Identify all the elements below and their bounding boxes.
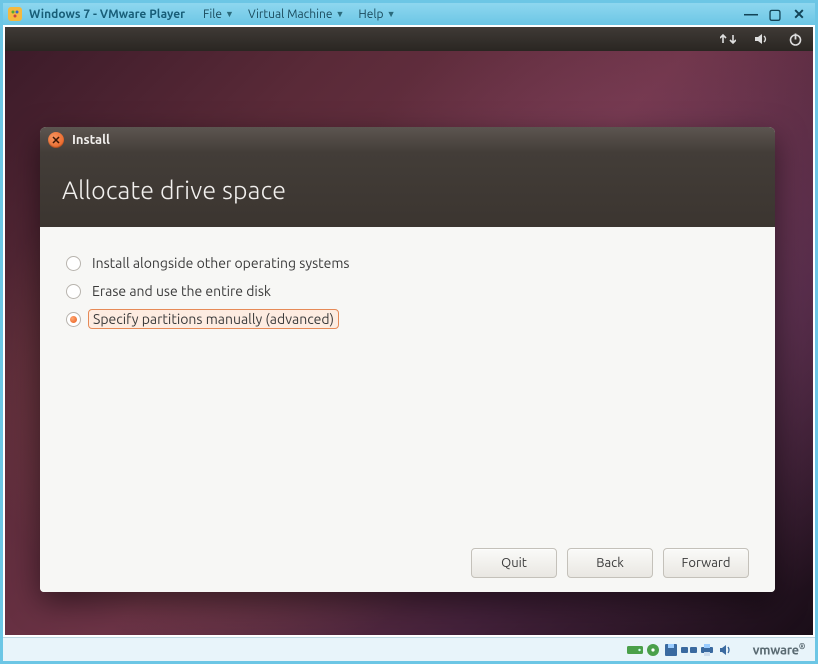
chevron-down-icon: ▼ — [336, 9, 345, 19]
radio-icon — [66, 256, 81, 271]
power-icon[interactable] — [788, 32, 803, 47]
maximize-button[interactable]: ▢ — [767, 6, 783, 23]
install-dialog: Install Allocate drive space Install alo… — [40, 127, 775, 592]
page-title: Allocate drive space — [62, 176, 286, 204]
menu-virtual-machine[interactable]: Virtual Machine▼ — [242, 6, 350, 23]
back-button[interactable]: Back — [567, 548, 653, 578]
radio-icon — [66, 284, 81, 299]
menu-file[interactable]: File▼ — [197, 6, 240, 23]
sound-icon[interactable] — [754, 32, 770, 46]
printer-icon[interactable] — [699, 643, 715, 657]
hdd-icon[interactable] — [627, 643, 643, 657]
dialog-title: Install — [72, 133, 110, 147]
network-adapter-icon[interactable] — [681, 643, 697, 657]
window-controls: — ▢ ✕ — [743, 6, 811, 23]
vmware-status-bar: vmware® — [3, 637, 815, 661]
vmware-app-icon — [7, 6, 23, 22]
vmware-title: Windows 7 - VMware Player — [29, 8, 185, 21]
minimize-button[interactable]: — — [743, 6, 759, 23]
dialog-body: Install alongside other operating system… — [40, 227, 775, 592]
radio-erase-disk[interactable]: Erase and use the entire disk — [66, 277, 749, 305]
dialog-titlebar[interactable]: Install — [40, 127, 775, 153]
chevron-down-icon: ▼ — [387, 9, 396, 19]
close-button[interactable]: ✕ — [791, 6, 807, 23]
quit-button[interactable]: Quit — [471, 548, 557, 578]
vmware-menubar: File▼ Virtual Machine▼ Help▼ — [197, 6, 401, 23]
network-icon[interactable] — [720, 32, 736, 46]
radio-manual-partitions[interactable]: Specify partitions manually (advanced) — [66, 305, 749, 333]
chevron-down-icon: ▼ — [225, 9, 234, 19]
dialog-header: Allocate drive space — [40, 153, 775, 227]
close-icon[interactable] — [48, 132, 64, 148]
vmware-titlebar: Windows 7 - VMware Player File▼ Virtual … — [3, 3, 815, 25]
radio-label: Install alongside other operating system… — [89, 254, 353, 272]
floppy-icon[interactable] — [663, 643, 679, 657]
radio-label: Specify partitions manually (advanced) — [89, 310, 338, 328]
sound-card-icon[interactable] — [717, 643, 733, 657]
ubuntu-top-panel — [5, 27, 813, 51]
dialog-footer: Quit Back Forward — [66, 548, 749, 578]
vmware-guest-display: Install Allocate drive space Install alo… — [5, 27, 813, 635]
vmware-player-window: Windows 7 - VMware Player File▼ Virtual … — [0, 0, 818, 664]
radio-install-alongside[interactable]: Install alongside other operating system… — [66, 249, 749, 277]
menu-help[interactable]: Help▼ — [352, 6, 401, 23]
device-status-icons — [627, 643, 733, 657]
forward-button[interactable]: Forward — [663, 548, 749, 578]
vmware-logo: vmware® — [753, 642, 805, 657]
cd-icon[interactable] — [645, 643, 661, 657]
radio-label: Erase and use the entire disk — [89, 282, 274, 300]
radio-icon — [66, 312, 81, 327]
